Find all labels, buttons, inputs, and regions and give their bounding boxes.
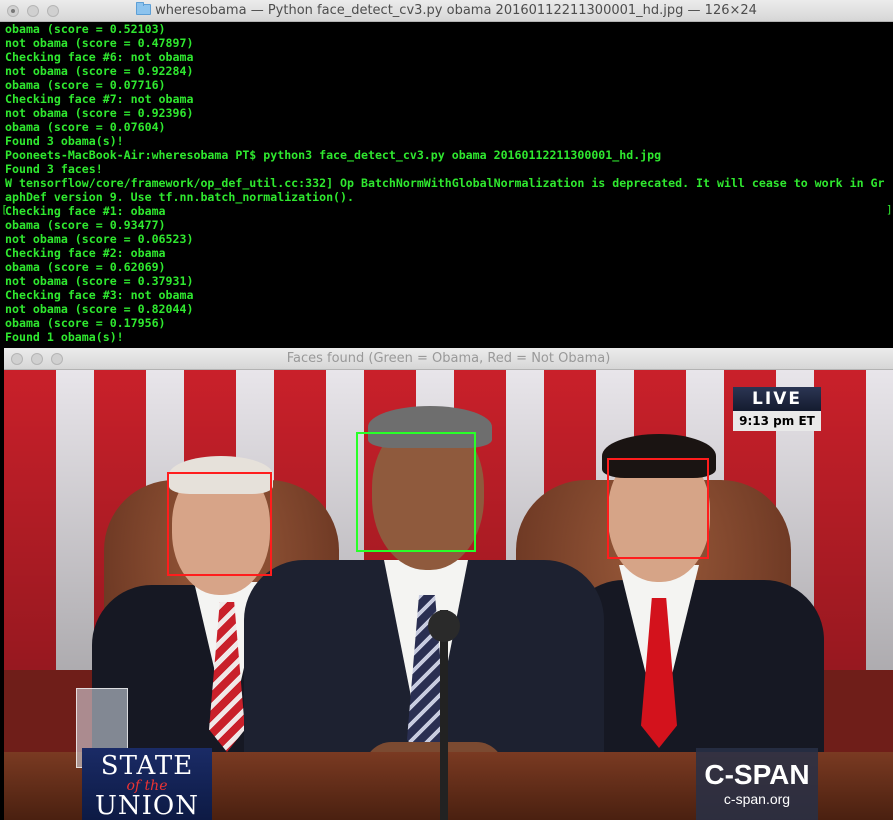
terminal-line: Checking face #6: not obama [5, 50, 194, 64]
terminal-line: Found 3 faces! [5, 162, 103, 176]
state-of-union-logo: STATE of the UNION [82, 748, 212, 820]
terminal-line: not obama (score = 0.47897) [5, 36, 194, 50]
microphone-icon [428, 610, 460, 642]
live-label: LIVE [733, 387, 821, 411]
face-box-not-obama-2 [607, 458, 709, 559]
broadcast-time: 9:13 pm ET [733, 411, 821, 431]
terminal-line: Checking face #2: obama [5, 246, 166, 260]
terminal-line: W tensorflow/core/framework/op_def_util.… [5, 176, 885, 190]
terminal-line: Checking face #1: obama [5, 204, 166, 218]
terminal-window: wheresobama — Python face_detect_cv3.py … [0, 0, 893, 350]
terminal-line: obama (score = 0.93477) [5, 218, 166, 232]
live-badge: LIVE 9:13 pm ET [733, 387, 821, 433]
image-window: Faces found (Green = Obama, Red = Not Ob… [4, 348, 893, 820]
terminal-line: not obama (score = 0.37931) [5, 274, 194, 288]
image-window-title: Faces found (Green = Obama, Red = Not Ob… [286, 351, 611, 366]
sotu-line-3: UNION [95, 791, 199, 820]
terminal-line: Found 1 obama(s)! [5, 330, 124, 344]
terminal-line: Pooneets-MacBook-Air:wheresobama PT$ pyt… [5, 148, 662, 162]
sotu-line-1: STATE [100, 751, 194, 781]
terminal-line: obama (score = 0.07604) [5, 120, 166, 134]
terminal-line: aphDef version 9. Use tf.nn.batch_normal… [5, 190, 355, 204]
face-box-obama [356, 432, 476, 552]
cspan-url: c-span.org [723, 791, 791, 807]
terminal-line: Checking face #3: not obama [5, 288, 194, 302]
terminal-line: not obama (score = 0.06523) [5, 232, 194, 246]
image-window-titlebar[interactable]: Faces found (Green = Obama, Red = Not Ob… [4, 348, 893, 370]
selection-bracket-left: [ [1, 203, 8, 216]
folder-icon [136, 2, 152, 15]
terminal-line: obama (score = 0.62069) [5, 260, 166, 274]
terminal-line: Found 3 obama(s)! [5, 134, 124, 148]
terminal-line: not obama (score = 0.82044) [5, 302, 194, 316]
terminal-line: Checking face #7: not obama [5, 92, 194, 106]
cspan-logo-text: C-SPAN [704, 759, 810, 790]
selection-bracket-right: ] [886, 203, 893, 216]
face-box-not-obama-1 [167, 472, 272, 576]
terminal-line: obama (score = 0.07716) [5, 78, 166, 92]
terminal-output[interactable]: obama (score = 0.52103) not obama (score… [0, 22, 893, 350]
terminal-line: obama (score = 0.52103) [5, 22, 166, 36]
terminal-line: not obama (score = 0.92284) [5, 64, 194, 78]
terminal-titlebar[interactable]: wheresobama — Python face_detect_cv3.py … [0, 0, 893, 22]
terminal-title-text: wheresobama — Python face_detect_cv3.py … [155, 3, 757, 18]
terminal-line: obama (score = 0.17956) [5, 316, 166, 330]
detection-image: LIVE 9:13 pm ET STATE of the UNION C-SPA… [4, 370, 893, 820]
terminal-title: wheresobama — Python face_detect_cv3.py … [0, 0, 893, 22]
terminal-line: not obama (score = 0.92396) [5, 106, 194, 120]
cspan-logo: C-SPAN c-span.org [696, 748, 818, 820]
